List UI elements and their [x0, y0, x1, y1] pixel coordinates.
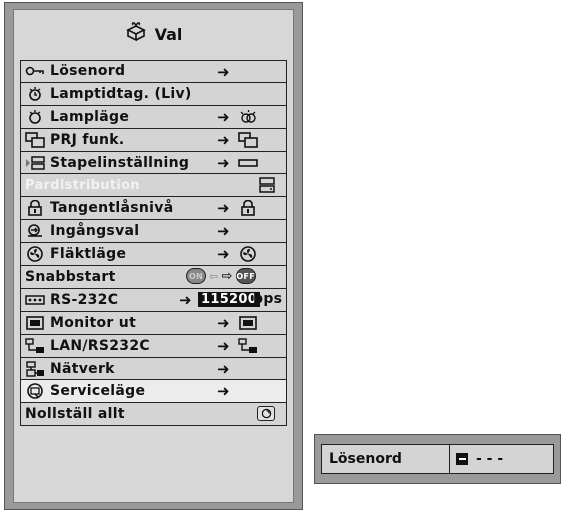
menu-item-rs232c[interactable]: RS-232C ➜ 115200 bps	[20, 288, 287, 312]
submenu-arrow-icon: ➜	[217, 382, 230, 401]
menu-item-prj-function[interactable]: PRJ funk. ➜	[20, 128, 287, 152]
monitor-icon	[24, 315, 46, 331]
submenu-arrow-icon: ➜	[217, 130, 230, 149]
submenu-arrow-icon: ➜	[217, 359, 230, 378]
menu-title: Val	[154, 24, 183, 44]
input-select-icon	[24, 223, 46, 239]
menu-item-label: Fläktläge	[50, 246, 127, 263]
menu-item-label: LAN/RS232C	[50, 337, 150, 354]
menu-item-input-select[interactable]: Ingångsval ➜	[20, 220, 287, 244]
menu-item-network[interactable]: Nätverk ➜	[20, 357, 287, 381]
menu-item-label: Snabbstart	[25, 268, 116, 285]
submenu-arrow-icon: ➜	[179, 290, 192, 309]
toggle-off-button[interactable]: OFF	[235, 268, 256, 285]
menu-item-label: Lamptidtag. (Liv)	[50, 85, 192, 102]
menu-item-lan-rs232c[interactable]: LAN/RS232C ➜	[20, 334, 287, 358]
menu-item-monitor-out[interactable]: Monitor ut ➜	[20, 311, 287, 335]
submenu-arrow-icon: ➜	[217, 63, 230, 81]
password-cursor	[456, 453, 468, 465]
menu-item-label: Monitor ut	[50, 314, 137, 331]
submenu-arrow-icon: ➜	[217, 199, 230, 218]
password-placeholder: - - -	[476, 451, 504, 467]
menu-list: Lösenord ➜ Lamptidtag. (Liv) Lampläge ➜ …	[20, 60, 287, 427]
menu-item-fan-mode[interactable]: Fläktläge ➜	[20, 243, 287, 267]
menu-item-quick-start[interactable]: Snabbstart ON ⇦ ⇨ OFF	[20, 266, 287, 289]
projector-screens-icon	[238, 131, 258, 148]
menu-item-label: Pardistribution	[25, 177, 140, 193]
menu-item-label: PRJ funk.	[50, 131, 125, 148]
lan-icon	[238, 337, 258, 354]
password-label: Lösenord	[322, 445, 450, 473]
password-entry-box: Lösenord - - -	[321, 444, 554, 474]
password-popup: Lösenord - - -	[314, 434, 561, 484]
fan-icon	[24, 246, 46, 262]
stack-icon	[24, 155, 46, 171]
lamp-mode-icon	[238, 109, 258, 125]
submenu-arrow-icon: ➜	[217, 245, 230, 264]
menu-item-label: Serviceläge	[50, 383, 146, 400]
right-arrow-icon: ⇨	[221, 268, 233, 284]
menu-item-pair-distribution: Pardistribution	[20, 174, 287, 198]
menu-item-label: Lösenord	[50, 63, 126, 80]
key-icon	[24, 63, 46, 79]
lan-icon	[24, 337, 46, 354]
baud-rate-unit: bps	[253, 290, 283, 307]
lock-icon	[238, 200, 258, 217]
menu-item-label: Tangentlåsnivå	[50, 200, 174, 217]
password-input[interactable]: - - -	[450, 451, 503, 467]
options-menu: Val Lösenord ➜ Lamptidtag. (Liv) Lampläg…	[13, 9, 294, 503]
quick-start-toggle[interactable]: ON ⇦ ⇨ OFF	[186, 268, 256, 285]
menu-item-password[interactable]: Lösenord ➜	[20, 60, 287, 83]
submenu-arrow-icon: ➜	[217, 107, 230, 126]
submenu-arrow-icon: ➜	[217, 222, 230, 241]
menu-item-key-lock-level[interactable]: Tangentlåsnivå ➜	[20, 197, 287, 221]
toggle-on-button[interactable]: ON	[186, 268, 206, 285]
menu-item-service-mode[interactable]: Serviceläge ➜	[20, 380, 287, 404]
rs232-port-icon	[24, 292, 46, 308]
submenu-arrow-icon: ➜	[217, 313, 230, 332]
menu-item-stack-setting[interactable]: Stapelinställning ➜	[20, 151, 287, 175]
menu-title-bar: Val	[14, 12, 293, 56]
reset-icon[interactable]	[257, 406, 275, 422]
menu-item-label: Lampläge	[50, 108, 130, 125]
lamp-icon	[24, 109, 46, 125]
menu-item-label: Nollställ allt	[25, 406, 125, 423]
options-menu-panel: Val Lösenord ➜ Lamptidtag. (Liv) Lampläg…	[4, 2, 303, 510]
menu-item-label: Ingångsval	[50, 223, 140, 240]
menu-item-reset-all[interactable]: Nollställ allt	[20, 403, 287, 427]
submenu-arrow-icon: ➜	[217, 153, 230, 172]
baud-rate-value[interactable]: 115200	[198, 291, 261, 307]
service-icon	[24, 383, 46, 400]
single-projector-icon	[238, 155, 258, 171]
stack-boxes-icon	[257, 177, 277, 194]
fan-icon	[238, 246, 258, 262]
lamp-timer-icon	[24, 86, 46, 102]
submenu-arrow-icon: ➜	[217, 336, 230, 355]
menu-item-lamp-mode[interactable]: Lampläge ➜	[20, 105, 287, 129]
network-icon	[24, 360, 46, 377]
monitor-icon	[238, 315, 258, 331]
menu-item-label: RS-232C	[50, 291, 119, 308]
left-arrow-icon: ⇦	[209, 269, 219, 283]
projector-screens-icon	[24, 131, 46, 148]
menu-item-lamp-timer[interactable]: Lamptidtag. (Liv)	[20, 82, 287, 106]
menu-item-label: Stapelinställning	[50, 154, 190, 171]
gift-box-icon	[125, 21, 147, 47]
menu-item-label: Nätverk	[50, 360, 115, 377]
lock-icon	[24, 200, 46, 217]
